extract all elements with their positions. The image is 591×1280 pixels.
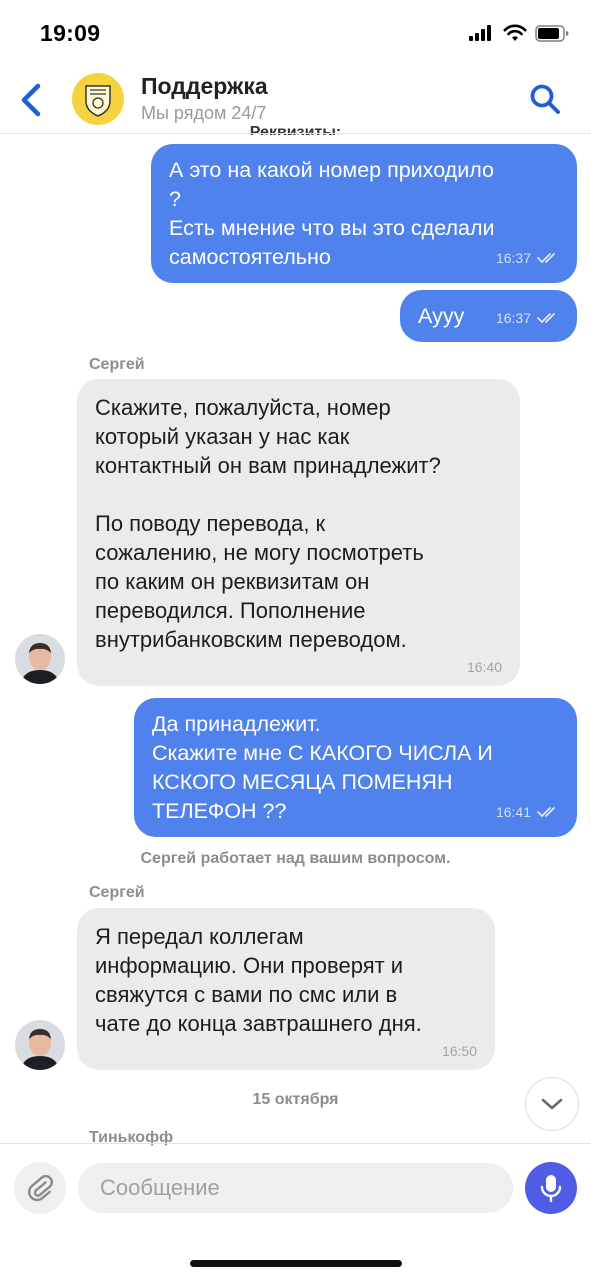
battery-icon <box>535 24 569 42</box>
signal-icon <box>469 25 491 41</box>
search-icon[interactable] <box>528 82 562 116</box>
paperclip-icon <box>27 1174 53 1202</box>
wifi-icon <box>503 24 527 41</box>
status-time: 19:09 <box>40 20 101 46</box>
message-time: 16:37 <box>495 250 531 266</box>
status-icons <box>469 24 569 42</box>
message-text: Аууу <box>418 304 465 328</box>
voice-message-button[interactable] <box>525 1162 577 1214</box>
outgoing-message[interactable]: Аууу 16:37 <box>400 290 577 342</box>
outgoing-message[interactable]: А это на какой номер приходило ? Есть мн… <box>151 144 577 283</box>
outgoing-message[interactable]: Да принадлежит. Скажите мне С КАКОГО ЧИС… <box>134 698 577 837</box>
header-divider <box>0 133 591 134</box>
sender-name: Сергей <box>89 884 145 901</box>
person-photo <box>15 634 65 684</box>
person-photo <box>15 1020 65 1070</box>
sender-name: Сергей <box>89 356 145 373</box>
message-text: Скажите, пожалуйста, номер который указа… <box>95 395 441 652</box>
message-meta: 16:41 <box>496 804 559 820</box>
double-check-icon <box>537 253 555 263</box>
shield-crest-icon <box>85 85 111 117</box>
composer-divider <box>0 1143 591 1144</box>
back-arrow-icon[interactable] <box>14 80 48 120</box>
chat-title: Поддержка <box>141 73 268 99</box>
double-check-icon <box>537 313 555 323</box>
microphone-icon <box>540 1175 562 1203</box>
avatar[interactable] <box>15 634 65 684</box>
attach-button[interactable] <box>14 1162 66 1214</box>
avatar[interactable] <box>15 1020 65 1070</box>
scroll-down-button[interactable] <box>525 1077 579 1131</box>
message-meta: 16:37 <box>496 310 559 326</box>
message-meta: 16:50 <box>442 1043 477 1059</box>
message-time: 16:41 <box>495 804 531 820</box>
incoming-message[interactable]: Скажите, пожалуйста, номер который указа… <box>77 379 520 686</box>
message-meta: 16:37 <box>496 250 559 266</box>
system-status-text: Сергей работает над вашим вопросом. <box>140 850 451 867</box>
date-separator: 15 октября <box>252 1091 339 1108</box>
double-check-icon <box>537 807 555 817</box>
message-time: 16:40 <box>466 659 502 675</box>
message-time: 16:37 <box>495 310 531 326</box>
incoming-message[interactable]: Я передал коллегам информацию. Они прове… <box>77 908 495 1070</box>
message-input[interactable] <box>78 1163 513 1213</box>
chat-subtitle: Мы рядом 24/7 <box>141 103 267 123</box>
message-text: Я передал коллегам информацию. Они прове… <box>95 924 422 1036</box>
home-indicator[interactable] <box>190 1260 402 1267</box>
bank-logo[interactable] <box>72 73 124 125</box>
message-time: 16:50 <box>441 1043 477 1059</box>
message-meta: 16:40 <box>467 659 502 675</box>
sender-name: Тинькофф <box>89 1129 174 1146</box>
chevron-down-icon <box>541 1098 563 1110</box>
